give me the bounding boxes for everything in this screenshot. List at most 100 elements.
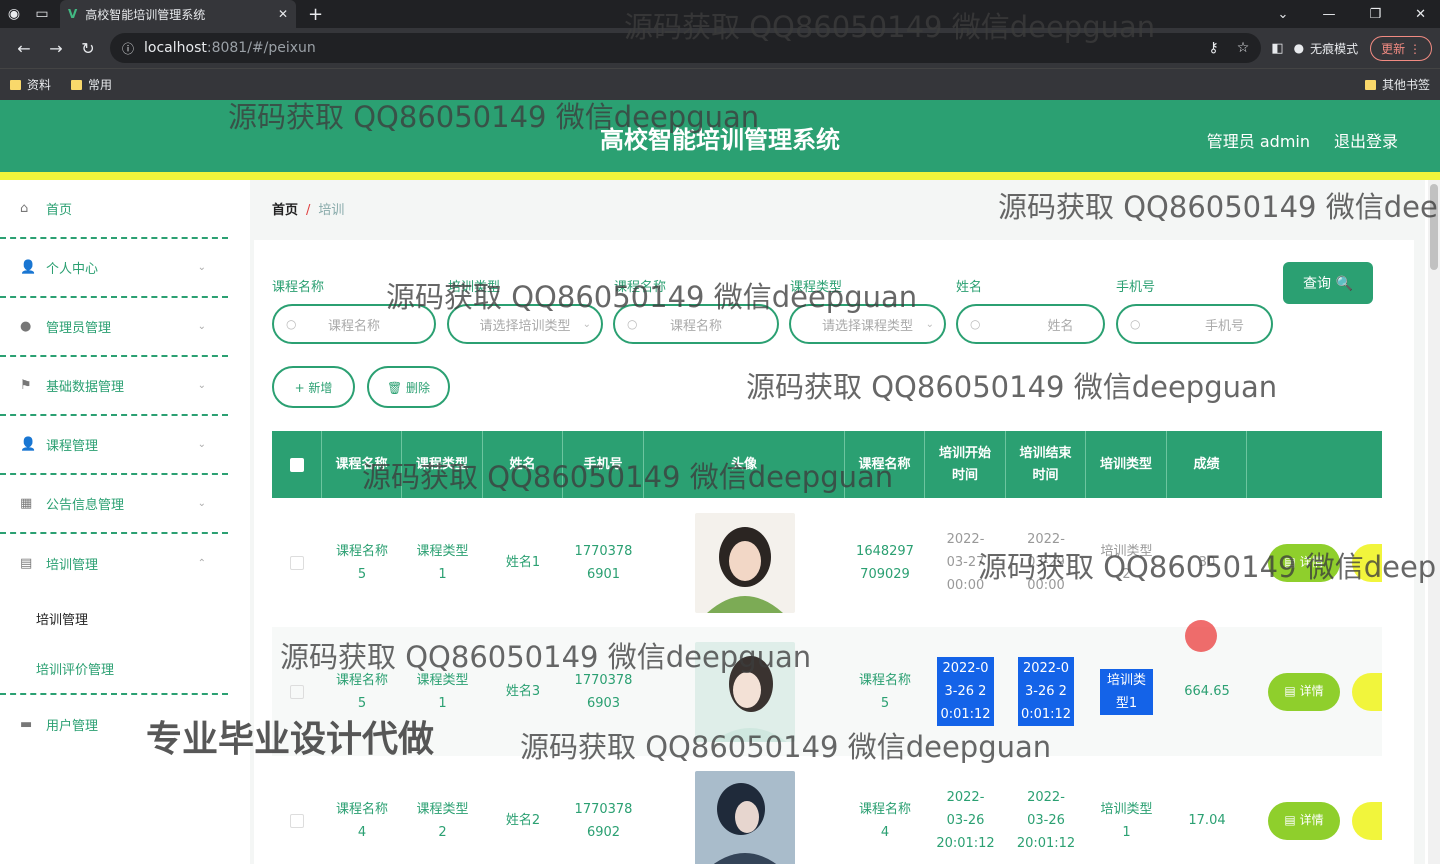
sidebar-subitem-training[interactable]: 培训管理 bbox=[0, 593, 228, 644]
sidebar-item-basedata[interactable]: ⚑ 基础数据管理 ⌄ bbox=[0, 357, 228, 416]
course-name2-input[interactable]: ○ 课程名称 bbox=[613, 304, 779, 344]
tab-title: 高校智能培训管理系统 bbox=[85, 7, 206, 22]
query-button[interactable]: 查询 🔍 bbox=[1283, 262, 1373, 304]
select-all-checkbox[interactable] bbox=[289, 457, 304, 472]
browser-tab[interactable]: V 高校智能培训管理系统 ✕ bbox=[60, 0, 296, 28]
breadcrumb-home[interactable]: 首页 bbox=[272, 203, 298, 218]
row-checkbox[interactable] bbox=[290, 555, 304, 570]
cell-name: 姓名2 bbox=[505, 813, 541, 828]
incognito-label: 无痕模式 bbox=[1310, 41, 1359, 56]
sidebar-item-home[interactable]: ⌂ 首页 bbox=[0, 180, 228, 239]
cell-course2: 课程名称5 bbox=[859, 672, 912, 711]
box-icon: ▬ bbox=[20, 717, 33, 732]
detail-button[interactable]: ▤ 详情 bbox=[1268, 801, 1340, 840]
cell-phone: 17703786902 bbox=[574, 801, 633, 840]
filter-label-name: 姓名 bbox=[956, 280, 983, 295]
col-avatar[interactable]: 头像 bbox=[644, 431, 845, 498]
col-course-type[interactable]: 课程类型 bbox=[402, 431, 483, 498]
minimize-icon[interactable]: — bbox=[1322, 7, 1335, 22]
cell-name: 姓名1 bbox=[505, 555, 541, 570]
sidebar-item-course[interactable]: 👤 课程管理 ⌄ bbox=[0, 416, 228, 475]
new-tab-icon[interactable]: + bbox=[308, 4, 323, 25]
avatar[interactable] bbox=[694, 770, 795, 864]
cell-course2: 1648297709029 bbox=[856, 543, 914, 582]
chevron-down-icon: ⌄ bbox=[197, 380, 206, 391]
phone-input[interactable]: ○ 手机号 bbox=[1116, 304, 1273, 344]
col-name[interactable]: 姓名 bbox=[483, 431, 563, 498]
row-checkbox[interactable] bbox=[290, 813, 304, 828]
course-type-select[interactable]: 请选择课程类型 ⌄ bbox=[789, 304, 946, 344]
tab-search-icon[interactable]: ▭ bbox=[28, 6, 56, 22]
name-input[interactable]: ○ 姓名 bbox=[956, 304, 1105, 344]
reload-icon[interactable]: ↻ bbox=[72, 39, 104, 58]
sidebar-subitem-evaluation[interactable]: 培训评价管理 bbox=[0, 644, 228, 695]
bookmarks-bar: 资料 常用 其他书签 bbox=[0, 68, 1440, 100]
row-checkbox[interactable] bbox=[290, 684, 304, 699]
password-key-icon[interactable]: ⚷ bbox=[1209, 40, 1219, 56]
cell-avatar bbox=[644, 756, 845, 864]
detail-button[interactable]: ▤ 详情 bbox=[1268, 672, 1340, 711]
delete-button[interactable]: 🗑 删除 bbox=[367, 366, 450, 408]
chevron-down-icon: ⌄ bbox=[582, 318, 591, 330]
training-type-select[interactable]: 请选择培训类型 ⌄ bbox=[447, 304, 603, 344]
folder-icon bbox=[10, 79, 21, 90]
cell-actions: ▤ 详情 bbox=[1247, 498, 1382, 627]
bookmark-star-icon[interactable]: ☆ bbox=[1237, 40, 1250, 56]
bookmark-folder-ziliao[interactable]: 资料 bbox=[10, 76, 51, 93]
cell-actions: ▤ 详情 bbox=[1247, 627, 1382, 756]
col-course[interactable]: 课程名称 bbox=[322, 431, 402, 498]
bookmark-folder-changyong[interactable]: 常用 bbox=[71, 76, 112, 93]
col-course2[interactable]: 课程名称 bbox=[845, 431, 925, 498]
logout-link[interactable]: 退出登录 bbox=[1334, 128, 1398, 152]
avatar[interactable] bbox=[694, 512, 795, 613]
filter-label-phone: 手机号 bbox=[1116, 280, 1156, 295]
cell-course: 课程名称4 bbox=[336, 801, 389, 840]
restore-icon[interactable]: ❐ bbox=[1369, 7, 1381, 22]
edit-button[interactable] bbox=[1352, 543, 1382, 582]
chrome-menu-icon[interactable]: ◉ bbox=[0, 6, 28, 22]
col-training-type[interactable]: 培训类型 bbox=[1086, 431, 1167, 498]
edit-button[interactable] bbox=[1352, 801, 1382, 840]
forward-icon[interactable]: → bbox=[40, 39, 72, 58]
chevron-down-icon: ⌄ bbox=[197, 262, 206, 273]
col-end-time[interactable]: 培训结束时间 bbox=[1006, 431, 1086, 498]
close-tab-icon[interactable]: ✕ bbox=[278, 7, 288, 21]
chevron-down-icon: ⌄ bbox=[197, 498, 206, 509]
sidebar-item-admin[interactable]: ● 管理员管理 ⌄ bbox=[0, 298, 228, 357]
site-info-icon[interactable]: ⓘ bbox=[122, 40, 134, 57]
grid-icon: ▦ bbox=[20, 496, 33, 511]
vue-favicon-icon: V bbox=[68, 7, 78, 21]
add-button[interactable]: + 新增 bbox=[272, 366, 355, 408]
sidebar-item-training[interactable]: ▤ 培训管理 ⌃ bbox=[0, 534, 228, 593]
cell-score: 30 bbox=[1198, 555, 1216, 570]
other-bookmarks[interactable]: 其他书签 bbox=[1364, 76, 1430, 93]
incognito-indicator[interactable]: ● 无痕模式 bbox=[1294, 40, 1359, 57]
col-start-time[interactable]: 培训开始时间 bbox=[925, 431, 1006, 498]
search-icon: ○ bbox=[627, 317, 638, 331]
cell-course: 课程名称5 bbox=[336, 543, 389, 582]
course-name-input[interactable]: ○ 课程名称 bbox=[272, 304, 436, 344]
sidebar-item-profile[interactable]: 👤 个人中心 ⌄ bbox=[0, 239, 228, 298]
url-field[interactable]: ⓘ localhost:8081/#/peixun ⚷ ☆ bbox=[110, 33, 1262, 63]
tab-list-icon[interactable]: ⌄ bbox=[1278, 7, 1289, 22]
click-indicator bbox=[1185, 620, 1217, 652]
chevron-down-icon: ⌄ bbox=[925, 318, 934, 330]
sidebar-item-notice[interactable]: ▦ 公告信息管理 ⌄ bbox=[0, 475, 228, 534]
col-score[interactable]: 成绩 bbox=[1167, 431, 1247, 498]
update-button[interactable]: 更新 ⋮ bbox=[1370, 35, 1432, 61]
col-phone[interactable]: 手机号 bbox=[563, 431, 644, 498]
col-actions bbox=[1247, 431, 1382, 498]
select-all-cell bbox=[272, 431, 322, 498]
avatar[interactable] bbox=[694, 641, 795, 742]
chevron-up-icon: ⌃ bbox=[197, 558, 206, 569]
close-window-icon[interactable]: ✕ bbox=[1415, 7, 1426, 22]
detail-button[interactable]: ▤ 详情 bbox=[1268, 543, 1340, 582]
back-icon[interactable]: ← bbox=[8, 39, 40, 58]
cell-name: 姓名3 bbox=[505, 684, 541, 699]
flag-icon: ⚑ bbox=[20, 378, 32, 393]
page-scrollbar[interactable] bbox=[1428, 180, 1440, 864]
filter-label-course: 课程名称 bbox=[272, 280, 325, 295]
edit-button[interactable] bbox=[1352, 672, 1382, 711]
side-panel-icon[interactable]: ◧ bbox=[1271, 41, 1283, 56]
scrollbar-thumb[interactable] bbox=[1430, 184, 1438, 270]
